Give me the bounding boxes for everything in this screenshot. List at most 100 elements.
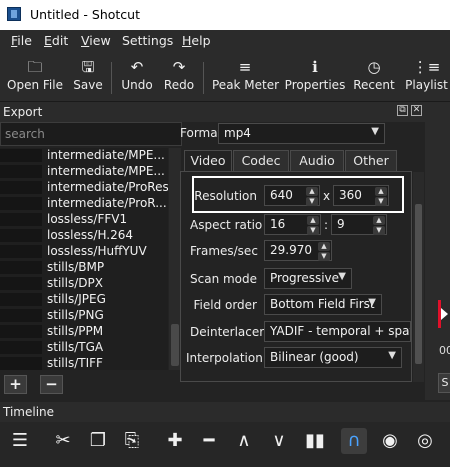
undo-icon: ↶ (130, 58, 144, 76)
undo-button[interactable]: ↶ Undo (118, 56, 156, 100)
aspect-num-spinbox[interactable]: 16 ▲ ▼ (264, 214, 321, 235)
shotcut-app-icon (7, 7, 21, 21)
timecode-fragment: 00 (439, 344, 450, 357)
list-item[interactable]: stills/PNG (0, 308, 168, 323)
scan-mode-combo[interactable]: Progressive ▼ (264, 268, 352, 289)
timeline-title: Timeline (3, 405, 55, 419)
save-icon: 🖫 (81, 58, 95, 76)
timeline-toolbar: ☰ ✂ ❐ ⎘ ✚ ━ ∧ ∨ ▮▮ ∩ ◉ ◎ (0, 422, 450, 467)
open-file-button[interactable]: 🗀 Open File (6, 56, 64, 100)
tab-codec[interactable]: Codec (233, 150, 289, 172)
redo-button[interactable]: ↷ Redo (161, 56, 197, 100)
folder-icon: 🗀 (27, 58, 43, 76)
list-item[interactable]: stills/TIFF (0, 356, 168, 370)
chevron-down-icon: ▼ (338, 271, 346, 282)
list-item[interactable]: stills/BMP (0, 260, 168, 275)
title-bar: Untitled - Shotcut (0, 0, 450, 30)
aspect-den-spinbox[interactable]: 9 ▲ ▼ (331, 214, 387, 235)
save-button[interactable]: 🖫 Save (70, 56, 106, 100)
playlist-button[interactable]: ⋮≡ Playlist (403, 56, 450, 100)
chevron-down-icon: ▼ (371, 126, 379, 137)
aspect-ratio-label: Aspect ratio (190, 218, 263, 232)
snap-magnet-icon[interactable]: ∩ (341, 428, 367, 454)
toolbar-separator (203, 62, 204, 94)
main-toolbar: 🗀 Open File 🖫 Save ↶ Undo ↷ Redo ≡ Peak … (0, 52, 450, 102)
add-preset-button[interactable]: + (4, 375, 27, 394)
menu-file[interactable]: File (11, 33, 32, 48)
scrub-eye-icon[interactable]: ◉ (377, 428, 403, 454)
remove-preset-button[interactable]: − (40, 375, 63, 394)
remove-icon[interactable]: ━ (196, 428, 222, 454)
list-item[interactable]: lossless/H.264 (0, 228, 168, 243)
chevron-down-icon: ▼ (388, 350, 396, 361)
spin-arrows-icon[interactable]: ▲ ▼ (318, 241, 330, 261)
clock-icon: ◷ (367, 58, 381, 76)
list-item[interactable]: intermediate/MPE... (0, 148, 168, 163)
deinterlacer-label: Deinterlacer (190, 325, 265, 339)
list-item[interactable]: intermediate/ProRes (0, 180, 168, 195)
list-item[interactable]: lossless/FFV1 (0, 212, 168, 227)
scrollbar-thumb[interactable] (171, 324, 179, 366)
undock-icon[interactable]: ⧉ (397, 105, 408, 116)
aspect-separator: : (324, 218, 329, 232)
format-combo[interactable]: mp4 ▼ (218, 123, 385, 144)
properties-button[interactable]: ℹ Properties (284, 56, 346, 100)
tab-other[interactable]: Other (345, 150, 397, 172)
list-item[interactable]: stills/TGA (0, 340, 168, 355)
tab-video[interactable]: Video (184, 150, 232, 172)
export-panel-header: Export ⧉ ✕ (0, 102, 450, 122)
settings-tabs: Video Codec Audio Other (180, 150, 402, 172)
preset-list[interactable]: intermediate/MPE... intermediate/MPE... … (0, 148, 168, 370)
playlist-icon: ⋮≡ (412, 58, 441, 76)
timeline-panel-header: Timeline (0, 402, 450, 422)
list-item[interactable]: intermediate/MPE... (0, 164, 168, 179)
split-icon[interactable]: ▮▮ (302, 428, 328, 454)
scrollbar-thumb[interactable] (415, 204, 422, 364)
paste-icon[interactable]: ⎘ (119, 428, 145, 454)
format-value: mp4 (224, 126, 251, 140)
overwrite-icon[interactable]: ∨ (266, 428, 292, 454)
spin-arrows-icon[interactable]: ▲ ▼ (307, 215, 319, 235)
interpolation-label: Interpolation (186, 351, 263, 365)
chevron-down-icon: ▼ (368, 297, 376, 308)
interpolation-combo[interactable]: Bilinear (good) ▼ (264, 347, 402, 368)
field-order-combo[interactable]: Bottom Field First ▼ (264, 294, 382, 315)
list-item[interactable]: intermediate/ProR... (0, 196, 168, 211)
timeline-menu-icon[interactable]: ☰ (7, 428, 33, 454)
recent-button[interactable]: ◷ Recent (351, 56, 397, 100)
list-item[interactable]: stills/DPX (0, 276, 168, 291)
tab-audio[interactable]: Audio (290, 150, 344, 172)
cut-icon[interactable]: ✂ (50, 428, 76, 454)
copy-icon[interactable]: ❐ (85, 428, 111, 454)
list-item[interactable]: stills/PPM (0, 324, 168, 339)
menu-view[interactable]: View (81, 33, 111, 48)
list-item[interactable]: stills/JPEG (0, 292, 168, 307)
resolution-highlight-box (192, 176, 404, 213)
spin-arrows-icon[interactable]: ▲ ▼ (373, 215, 385, 235)
format-label: Format (180, 126, 223, 140)
player-panel-edge: 00 S (425, 122, 450, 400)
toolbar-separator (111, 62, 112, 94)
redo-icon: ↷ (172, 58, 186, 76)
deinterlacer-combo[interactable]: YADIF - temporal + spatial (264, 321, 411, 342)
preset-search-input[interactable] (0, 122, 182, 146)
field-order-label: Field order (193, 298, 257, 312)
close-icon[interactable]: ✕ (411, 105, 422, 116)
append-icon[interactable]: ✚ (162, 428, 188, 454)
export-panel-title: Export (3, 105, 43, 119)
info-icon: ℹ (312, 58, 318, 76)
frames-per-sec-label: Frames/sec (190, 244, 258, 258)
settings-scrollbar[interactable] (413, 172, 424, 382)
menu-help[interactable]: Help (182, 33, 211, 48)
fps-spinbox[interactable]: 29.970 ▲ ▼ (264, 240, 332, 261)
ripple-icon[interactable]: ◎ (412, 428, 438, 454)
peak-meter-button[interactable]: ≡ Peak Meter (212, 56, 279, 100)
lift-icon[interactable]: ∧ (231, 428, 257, 454)
window-title: Untitled - Shotcut (30, 7, 141, 22)
scan-mode-label: Scan mode (190, 272, 258, 286)
list-item[interactable]: lossless/HuffYUV (0, 244, 168, 259)
player-button-fragment[interactable]: S (438, 373, 450, 393)
menu-edit[interactable]: Edit (44, 33, 68, 48)
menu-settings[interactable]: Settings (122, 33, 173, 48)
peak-meter-icon: ≡ (238, 58, 252, 76)
